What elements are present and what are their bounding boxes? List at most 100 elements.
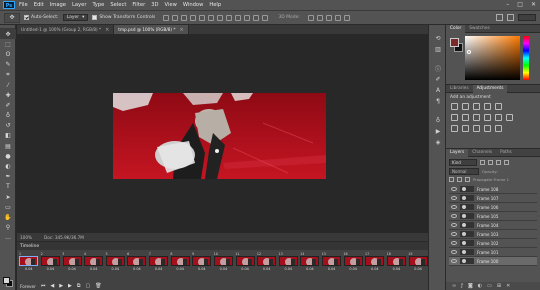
frame-delay[interactable]: 0.04 bbox=[198, 267, 206, 271]
frame-delay[interactable]: 0.04 bbox=[328, 267, 336, 271]
canvas-area[interactable] bbox=[17, 34, 428, 233]
distribute-middle-icon[interactable] bbox=[226, 14, 233, 21]
timeline-frame[interactable]: 6 0.04 bbox=[127, 252, 147, 274]
color-balance-icon[interactable] bbox=[462, 114, 469, 121]
color-field[interactable] bbox=[465, 36, 520, 80]
frame-delay[interactable]: 0.04 bbox=[220, 267, 228, 271]
menu-layer[interactable]: Layer bbox=[72, 2, 86, 8]
close-icon[interactable]: × bbox=[105, 27, 109, 33]
loop-dropdown[interactable]: Forever bbox=[20, 284, 36, 289]
eye-icon[interactable] bbox=[451, 205, 457, 209]
path-select-tool-icon[interactable]: ➤ bbox=[0, 192, 16, 202]
brush-tool-icon[interactable]: ✐ bbox=[0, 100, 16, 110]
eye-icon[interactable] bbox=[451, 223, 457, 227]
posterize-icon[interactable] bbox=[462, 125, 469, 132]
healing-brush-tool-icon[interactable]: ✚ bbox=[0, 90, 16, 100]
frame-delay[interactable]: 0.04 bbox=[241, 267, 249, 271]
clone-stamp-tool-icon[interactable]: ♁ bbox=[0, 111, 16, 121]
frame-delay[interactable]: 0.04 bbox=[133, 267, 141, 271]
tab-layers[interactable]: Layers bbox=[446, 148, 469, 157]
filter-type-icon[interactable] bbox=[496, 160, 501, 165]
paragraph-icon[interactable]: ¶ bbox=[429, 96, 447, 107]
lock-all-icon[interactable] bbox=[465, 177, 470, 182]
new-frame-icon[interactable]: ▢ bbox=[85, 283, 90, 289]
crop-tool-icon[interactable]: ⌗ bbox=[0, 70, 16, 80]
blend-mode-dropdown[interactable]: Normal bbox=[449, 168, 479, 175]
menu-help[interactable]: Help bbox=[209, 2, 221, 8]
layer-row[interactable]: Frame 108 bbox=[449, 185, 537, 194]
auto-select-checkbox[interactable] bbox=[24, 15, 29, 20]
frame-delay[interactable]: 0.04 bbox=[349, 267, 357, 271]
tab-swatches[interactable]: Swatches bbox=[465, 25, 494, 33]
gradient-map-icon[interactable] bbox=[484, 125, 491, 132]
frame-delay[interactable]: 0.04 bbox=[414, 267, 422, 271]
frame-delay[interactable]: 0.04 bbox=[155, 267, 163, 271]
layer-row[interactable]: Frame 100 bbox=[449, 257, 537, 266]
layer-row[interactable]: Frame 103 bbox=[449, 230, 537, 239]
foreground-color-chip[interactable] bbox=[450, 38, 459, 47]
frame-delay[interactable]: 0.04 bbox=[47, 267, 55, 271]
3d-slide-icon[interactable] bbox=[334, 14, 341, 21]
move-tool-icon[interactable]: ✥ bbox=[0, 29, 16, 40]
align-right-icon[interactable] bbox=[208, 14, 215, 21]
curves-icon[interactable] bbox=[473, 103, 480, 110]
adjustment-layer-icon[interactable]: ◐ bbox=[478, 283, 482, 289]
tab-paths[interactable]: Paths bbox=[496, 149, 516, 157]
tab-tmp-psd[interactable]: tmp.psd @ 100% (RGB/8) * × bbox=[114, 25, 189, 34]
vibrance-icon[interactable] bbox=[495, 103, 502, 110]
brush-settings-icon[interactable]: ✐ bbox=[429, 74, 447, 85]
timeline-title[interactable]: Timeline bbox=[20, 244, 39, 249]
timeline-frame[interactable]: 8 0.04 bbox=[170, 252, 190, 274]
align-center-icon[interactable] bbox=[199, 14, 206, 21]
quick-select-tool-icon[interactable]: ✎ bbox=[0, 60, 16, 70]
minimize-button[interactable]: – bbox=[506, 1, 509, 8]
color-picker-ring[interactable] bbox=[467, 50, 471, 54]
frame-delay[interactable]: 0.04 bbox=[176, 267, 184, 271]
timeline-frame[interactable]: 12 0.04 bbox=[257, 252, 277, 274]
history-brush-tool-icon[interactable]: ↺ bbox=[0, 121, 16, 131]
timeline-frame[interactable]: 17 0.04 bbox=[365, 252, 385, 274]
frame-delay[interactable]: 0.04 bbox=[263, 267, 271, 271]
new-layer-icon[interactable]: ⊞ bbox=[497, 283, 501, 289]
invert-icon[interactable] bbox=[451, 125, 458, 132]
menu-image[interactable]: Image bbox=[50, 2, 66, 8]
document-canvas[interactable] bbox=[113, 93, 326, 179]
info-icon[interactable]: ⓘ bbox=[429, 63, 447, 74]
tab-channels[interactable]: Channels bbox=[468, 149, 496, 157]
frame-delay[interactable]: 0.04 bbox=[90, 267, 98, 271]
lock-position-icon[interactable] bbox=[457, 177, 462, 182]
menu-type[interactable]: Type bbox=[92, 2, 104, 8]
layer-kind-filter[interactable]: Kind bbox=[449, 159, 477, 166]
exposure-icon[interactable] bbox=[484, 103, 491, 110]
distribute-left-icon[interactable] bbox=[244, 14, 251, 21]
align-left-icon[interactable] bbox=[190, 14, 197, 21]
properties-icon[interactable]: ▥ bbox=[429, 44, 447, 55]
timeline-frame[interactable]: 5 0.04 bbox=[106, 252, 126, 274]
link-icon[interactable]: ∞ bbox=[452, 283, 456, 289]
menu-window[interactable]: Window bbox=[183, 2, 203, 8]
frame-delay[interactable]: 0.04 bbox=[25, 267, 33, 271]
delete-frame-icon[interactable]: 🗑 bbox=[95, 283, 101, 289]
layer-row[interactable]: Frame 106 bbox=[449, 203, 537, 212]
prev-frame-icon[interactable]: ◀ bbox=[50, 283, 54, 289]
shape-tool-icon[interactable]: ▭ bbox=[0, 202, 16, 212]
transform-controls-option[interactable]: Show Transform Controls bbox=[92, 15, 155, 20]
timeline-frame[interactable]: 13 0.04 bbox=[279, 252, 299, 274]
group-icon[interactable]: ▭ bbox=[487, 283, 492, 289]
frame-delay[interactable]: 0.04 bbox=[371, 267, 379, 271]
search-icon[interactable] bbox=[496, 14, 503, 21]
zoom-tool-icon[interactable]: ⚲ bbox=[0, 223, 16, 233]
filter-shape-icon[interactable] bbox=[504, 160, 509, 165]
align-bottom-icon[interactable] bbox=[181, 14, 188, 21]
3d-rotate-icon[interactable] bbox=[307, 14, 314, 21]
dodge-tool-icon[interactable]: ◐ bbox=[0, 161, 16, 171]
eye-icon[interactable] bbox=[451, 232, 457, 236]
actions-icon[interactable]: ▶ bbox=[429, 126, 447, 137]
foreground-color-swatch[interactable] bbox=[3, 277, 10, 284]
brightness-icon[interactable] bbox=[451, 103, 458, 110]
align-middle-icon[interactable] bbox=[172, 14, 179, 21]
timeline-frame[interactable]: 10 0.04 bbox=[214, 252, 234, 274]
first-frame-icon[interactable]: ⏮ bbox=[41, 283, 46, 289]
eye-icon[interactable] bbox=[451, 250, 457, 254]
lock-pixels-icon[interactable] bbox=[449, 177, 454, 182]
